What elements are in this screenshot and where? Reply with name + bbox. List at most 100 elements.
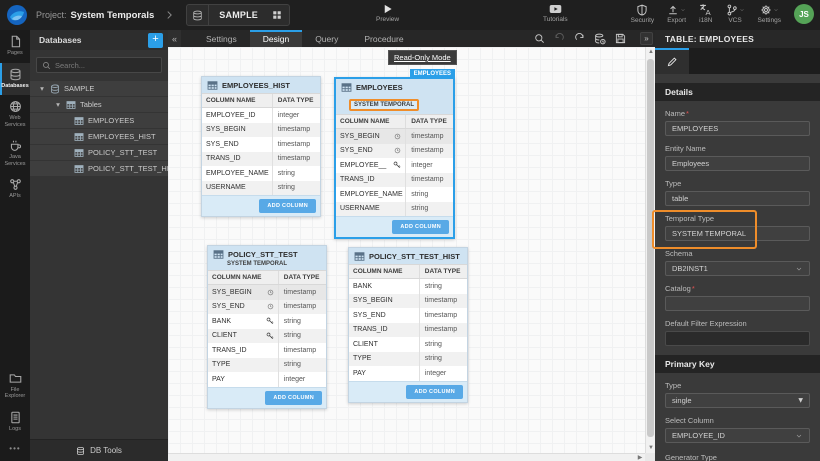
sidebar-item-java-services[interactable]: Java Services xyxy=(0,134,30,173)
table-column-row[interactable]: PAYinteger xyxy=(208,372,326,387)
search-box[interactable] xyxy=(36,57,162,73)
preview-button[interactable]: Preview xyxy=(376,3,399,23)
sidebar-item-logs[interactable]: Logs xyxy=(0,406,30,439)
sidebar-item-apis[interactable]: APIs xyxy=(0,173,30,206)
table-column-row[interactable]: TRANS_IDtimestamp xyxy=(208,343,326,358)
tab-procedure[interactable]: Procedure xyxy=(351,30,416,47)
field-input[interactable] xyxy=(665,331,810,346)
entity-card-policy_stt_test_hist[interactable]: POLICY_STT_TEST_HISTCOLUMN NAMEDATA TYPE… xyxy=(348,247,468,403)
translate-icon: A xyxy=(699,3,712,16)
field-input[interactable]: SYSTEM TEMPORAL xyxy=(665,226,810,241)
user-avatar[interactable]: JS xyxy=(794,4,814,24)
table-column-row[interactable]: SYS_ENDtimestamp xyxy=(336,144,453,159)
sidebar-item-pages[interactable]: Pages xyxy=(0,30,30,63)
table-column-row[interactable]: TYPEstring xyxy=(349,352,467,367)
table-column-row[interactable]: SYS_BEGINtimestamp xyxy=(349,294,467,309)
undo-icon[interactable] xyxy=(554,33,565,44)
table-column-row[interactable]: SYS_ENDtimestamp xyxy=(202,137,320,152)
settings-button[interactable]: Settings xyxy=(758,3,782,24)
search-icon[interactable] xyxy=(534,33,545,44)
sidebar-item-web-services[interactable]: Web Services xyxy=(0,95,30,134)
entity-card-policy_stt_test[interactable]: POLICY_STT_TESTSYSTEM TEMPORALCOLUMN NAM… xyxy=(207,245,327,409)
table-column-row[interactable]: SYS_BEGINtimestamp xyxy=(208,285,326,300)
table-column-row[interactable]: TYPEstring xyxy=(208,358,326,373)
table-column-row[interactable]: PAYinteger xyxy=(349,366,467,381)
canvas-horizontal-scrollbar[interactable]: ▶ xyxy=(168,453,645,461)
add-column-button[interactable]: ADD COLUMN xyxy=(265,391,322,405)
column-name-header: COLUMN NAME xyxy=(336,115,406,128)
table-column-row[interactable]: CLIENTstring xyxy=(208,329,326,344)
sidebar-item-databases[interactable]: Databases xyxy=(0,63,30,96)
collapse-right-panel-button[interactable]: » xyxy=(640,32,653,45)
tree-item-tables[interactable]: ▾Tables xyxy=(30,97,168,112)
table-column-row[interactable]: CLIENTstring xyxy=(349,337,467,352)
db-tools-button[interactable]: DB Tools xyxy=(30,439,168,461)
column-data-type: string xyxy=(273,184,320,191)
search-input[interactable] xyxy=(55,61,156,70)
tree-item-policy_stt_test_hist[interactable]: POLICY_STT_TEST_HIST xyxy=(30,161,168,176)
context-selector[interactable]: SAMPLE xyxy=(186,4,290,26)
table-column-row[interactable]: BANKstring xyxy=(349,279,467,294)
table-column-row[interactable]: EMPLOYEE__integer xyxy=(336,158,453,173)
column-data-type: integer xyxy=(406,162,453,169)
add-column-button[interactable]: ADD COLUMN xyxy=(406,385,463,399)
field-input[interactable]: table xyxy=(665,191,810,206)
entity-card-employees_hist[interactable]: EMPLOYEES_HISTCOLUMN NAMEDATA TYPEEMPLOY… xyxy=(201,76,321,217)
scroll-right-icon[interactable]: ▶ xyxy=(635,454,645,461)
table-column-row[interactable]: TRANS_IDtimestamp xyxy=(336,173,453,188)
add-column-button[interactable]: ADD COLUMN xyxy=(259,199,316,213)
scroll-down-icon[interactable]: ▼ xyxy=(646,443,656,453)
select-value: EMPLOYEE_ID xyxy=(672,431,725,440)
field-input[interactable] xyxy=(665,296,810,311)
caret-down-icon[interactable]: ▾ xyxy=(38,84,46,93)
caret-down-icon[interactable]: ▾ xyxy=(54,100,62,109)
tab-settings[interactable]: Settings xyxy=(193,30,250,47)
redo-icon[interactable] xyxy=(574,33,585,44)
tab-edit[interactable] xyxy=(655,48,689,74)
field-select[interactable]: DB2INST1 xyxy=(665,261,810,276)
field-input[interactable]: EMPLOYEES xyxy=(665,121,810,136)
tab-design[interactable]: Design xyxy=(250,30,302,47)
canvas-vertical-scrollbar[interactable]: ▲ ▼ xyxy=(645,47,655,453)
db-tools-label: DB Tools xyxy=(90,446,122,455)
table-column-row[interactable]: TRANS_IDtimestamp xyxy=(202,152,320,167)
add-column-button[interactable]: ADD COLUMN xyxy=(392,220,449,234)
table-column-row[interactable]: USERNAMEstring xyxy=(336,202,453,217)
scrollbar-thumb[interactable] xyxy=(647,59,654,437)
table-column-row[interactable]: TRANS_IDtimestamp xyxy=(349,323,467,338)
tree-item-employees_hist[interactable]: EMPLOYEES_HIST xyxy=(30,129,168,144)
table-column-row[interactable]: SYS_BEGINtimestamp xyxy=(202,123,320,138)
table-column-row[interactable]: BANKstring xyxy=(208,314,326,329)
add-database-button[interactable]: + xyxy=(148,33,163,48)
tab-query[interactable]: Query xyxy=(302,30,351,47)
entity-card-employees[interactable]: EMPLOYEESEMPLOYEESSYSTEM TEMPORALCOLUMN … xyxy=(334,77,455,239)
field-input[interactable]: Employees xyxy=(665,156,810,171)
table-column-row[interactable]: EMPLOYEE_NAMEstring xyxy=(202,166,320,181)
export-button[interactable]: Export xyxy=(667,3,686,24)
save-icon[interactable] xyxy=(615,33,626,44)
column-data-type: timestamp xyxy=(406,176,453,183)
vcs-button[interactable]: VCS xyxy=(726,3,745,24)
table-column-row[interactable]: SYS_BEGINtimestamp xyxy=(336,129,453,144)
rail-overflow-button[interactable]: ••• xyxy=(0,438,30,461)
tree-item-policy_stt_test[interactable]: POLICY_STT_TEST xyxy=(30,145,168,160)
table-column-row[interactable]: SYS_ENDtimestamp xyxy=(208,300,326,315)
design-canvas[interactable]: Read-Only Mode EMPLOYEES_HISTCOLUMN NAME… xyxy=(168,47,655,461)
chevron-down-icon xyxy=(680,7,686,13)
tutorials-button[interactable]: Tutorials xyxy=(543,3,568,23)
tree-item-sample[interactable]: ▾SAMPLE xyxy=(30,81,168,96)
field-select[interactable]: EMPLOYEE_ID xyxy=(665,428,810,443)
sidebar-item-file-explorer[interactable]: File Explorer xyxy=(0,367,30,406)
table-column-row[interactable]: EMPLOYEE_IDinteger xyxy=(202,108,320,123)
table-column-row[interactable]: USERNAMEstring xyxy=(202,181,320,196)
scroll-up-icon[interactable]: ▲ xyxy=(646,47,656,57)
security-button[interactable]: Security xyxy=(631,3,654,24)
db-refresh-icon[interactable] xyxy=(594,33,606,45)
collapse-left-panel-button[interactable]: « xyxy=(168,30,181,47)
i18n-button[interactable]: Ai18N xyxy=(699,3,712,24)
tree-item-employees[interactable]: EMPLOYEES xyxy=(30,113,168,128)
table-column-row[interactable]: EMPLOYEE_NAMEstring xyxy=(336,187,453,202)
table-column-row[interactable]: SYS_ENDtimestamp xyxy=(349,308,467,323)
grid-icon[interactable] xyxy=(272,10,289,20)
field-select[interactable]: single▼ xyxy=(665,393,810,408)
